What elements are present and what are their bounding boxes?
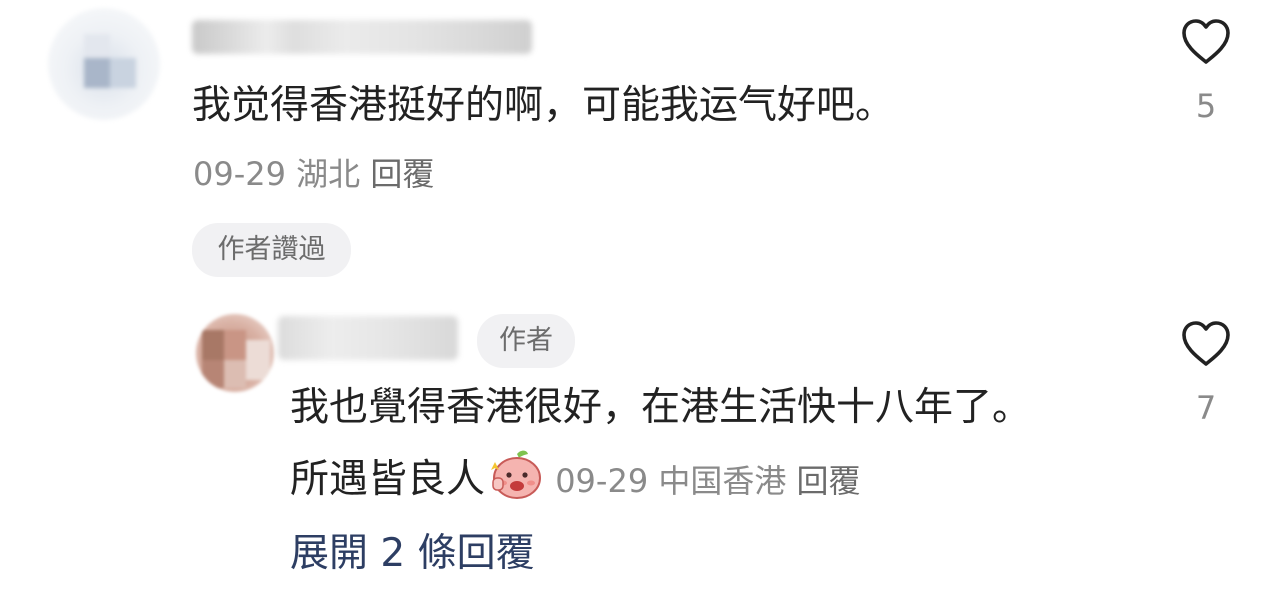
reply-author-name-redacted[interactable] xyxy=(278,316,458,360)
reply-date: 09-29 xyxy=(555,462,649,500)
reply-like-count: 7 xyxy=(1195,389,1217,427)
author-liked-badge: 作者讚過 xyxy=(192,223,351,277)
comment-date: 09-29 xyxy=(193,155,286,193)
reply-text-line2-row: 所遇皆良人 09-29 中国香港 回覆 xyxy=(290,448,861,512)
comment-like[interactable]: 5 xyxy=(1178,18,1234,126)
reply-text-line2: 所遇皆良人 xyxy=(290,457,486,502)
author-badge: 作者 xyxy=(477,314,575,368)
comment-location: 湖北 xyxy=(296,155,361,193)
expand-replies-link[interactable]: 展開 2 條回覆 xyxy=(290,530,535,578)
commenter-name-redacted[interactable] xyxy=(192,20,532,54)
reply-like[interactable]: 7 xyxy=(1178,320,1234,428)
comment-reply-button[interactable]: 回覆 xyxy=(370,155,434,193)
thumbs-up-peach-emoji-icon xyxy=(487,448,543,512)
comment-text: 我觉得香港挺好的啊，可能我运气好吧。 xyxy=(192,83,895,128)
reply-reply-button[interactable]: 回覆 xyxy=(797,462,861,500)
comment-like-count: 5 xyxy=(1195,87,1217,125)
reply-author-avatar[interactable] xyxy=(196,314,274,392)
reply-meta: 09-29 中国香港 回覆 xyxy=(545,462,861,500)
commenter-avatar[interactable] xyxy=(48,8,160,120)
reply-text-line1: 我也覺得香港很好，在港生活快十八年了。 xyxy=(290,385,1032,430)
reply-location: 中国香港 xyxy=(658,462,787,500)
heart-icon[interactable] xyxy=(1180,320,1232,368)
heart-icon[interactable] xyxy=(1180,18,1232,66)
comment-meta: 09-29 湖北 回覆 xyxy=(193,154,434,194)
